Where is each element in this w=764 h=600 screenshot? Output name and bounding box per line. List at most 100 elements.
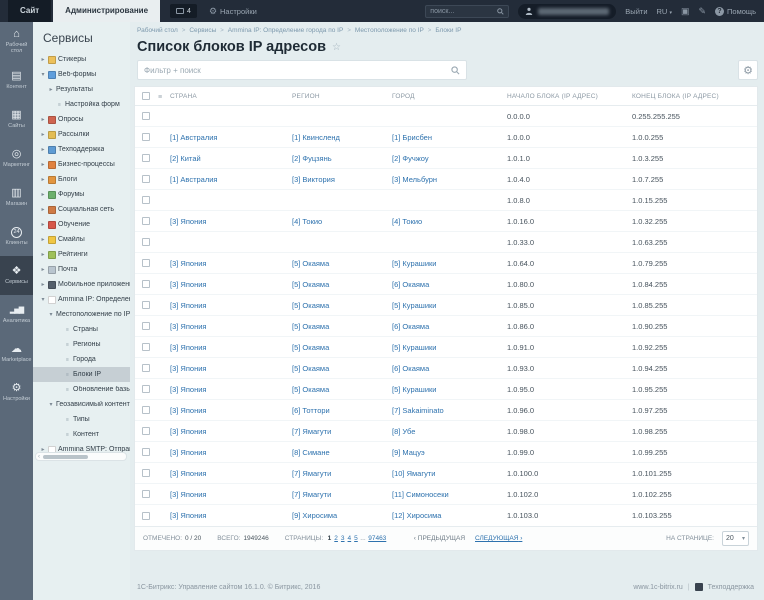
sidebar-item-geo-content-items[interactable]: ≡ Контент <box>33 427 130 442</box>
rail-item-services[interactable]: ❖ Сервисы <box>0 256 33 295</box>
tab-administration[interactable]: Администрирование <box>53 0 161 22</box>
grid-settings-button[interactable]: ⚙ <box>738 60 758 80</box>
breadcrumb-item[interactable]: Рабочий стол <box>137 27 178 34</box>
next-page-link[interactable]: СЛЕДУЮЩАЯ › <box>475 535 522 542</box>
rail-item-content[interactable]: ▤ Контент <box>0 61 33 100</box>
topbar-search-input[interactable] <box>430 7 496 15</box>
sidebar-item-regions[interactable]: ≡ Регионы <box>33 337 130 352</box>
breadcrumb-item[interactable]: Местоположение по IP <box>355 27 424 34</box>
entity-link[interactable]: [3] Япония <box>170 469 206 478</box>
sidebar-item-cities[interactable]: ≡ Города <box>33 352 130 367</box>
row-checkbox[interactable] <box>142 427 150 435</box>
entity-link[interactable]: [3] Япония <box>170 259 206 268</box>
row-checkbox[interactable] <box>142 259 150 267</box>
row-checkbox[interactable] <box>142 385 150 393</box>
entity-link[interactable]: [3] Япония <box>170 511 206 520</box>
support-link[interactable]: Техподдержка <box>708 584 754 591</box>
row-checkbox[interactable] <box>142 175 150 183</box>
entity-link[interactable]: [3] Япония <box>170 427 206 436</box>
row-actions-icon[interactable]: ≡ <box>158 94 162 101</box>
entity-link[interactable]: [5] Окаяма <box>292 259 329 268</box>
entity-link[interactable]: [7] Ямагути <box>292 490 331 499</box>
entity-link[interactable]: [2] Китай <box>170 154 201 163</box>
rail-item-marketplace[interactable]: ☁ Marketplace <box>0 334 33 373</box>
entity-link[interactable]: [3] Япония <box>170 280 206 289</box>
topbar-settings-button[interactable]: ⚙ Настройки <box>209 6 257 16</box>
entity-link[interactable]: [3] Мельбурн <box>392 175 437 184</box>
entity-link[interactable]: [5] Окаяма <box>292 280 329 289</box>
entity-link[interactable]: [1] Квинсленд <box>292 133 340 142</box>
tab-site[interactable]: Сайт <box>8 0 52 22</box>
entity-link[interactable]: [9] Хиросима <box>292 511 337 520</box>
rail-item-marketing[interactable]: ◎ Маркетинг <box>0 139 33 178</box>
column-header[interactable]: СТРАНА <box>170 93 292 100</box>
entity-link[interactable]: [5] Окаяма <box>292 364 329 373</box>
entity-link[interactable]: [7] Ямагути <box>292 469 331 478</box>
entity-link[interactable]: [3] Япония <box>170 322 206 331</box>
entity-link[interactable]: [2] Фуцзянь <box>292 154 332 163</box>
sidebar-item-results[interactable]: ▸ Результаты <box>33 82 130 97</box>
entity-link[interactable]: [6] Окаяма <box>392 322 429 331</box>
entity-link[interactable]: [3] Япония <box>170 490 206 499</box>
sidebar-item-learning[interactable]: ▸ Обучение <box>33 217 130 232</box>
sidebar-item-mail[interactable]: ▸ Почта <box>33 262 130 277</box>
row-checkbox[interactable] <box>142 511 150 520</box>
sidebar-item-geo-types[interactable]: ≡ Типы <box>33 412 130 427</box>
row-checkbox[interactable] <box>142 238 150 246</box>
entity-link[interactable]: [5] Курашики <box>392 259 436 268</box>
sidebar-item-ip-location[interactable]: ▾ Местоположение по IP <box>33 307 130 322</box>
notifications-button[interactable]: 4 <box>170 4 197 18</box>
entity-link[interactable]: [3] Япония <box>170 364 206 373</box>
column-header[interactable]: ГОРОД <box>392 93 507 100</box>
row-checkbox[interactable] <box>142 133 150 141</box>
help-button[interactable]: ? Помощь <box>715 6 756 16</box>
entity-link[interactable]: [7] Sakaiminato <box>392 406 444 415</box>
rail-item-sites[interactable]: ▦ Сайты <box>0 100 33 139</box>
sidebar-item-social[interactable]: ▸ Социальная сеть <box>33 202 130 217</box>
row-checkbox[interactable] <box>142 490 150 498</box>
entity-link[interactable]: [9] Мацуэ <box>392 448 425 457</box>
logout-link[interactable]: Выйти <box>625 7 647 16</box>
sidebar-item-mobile[interactable]: ▸ Мобильное приложение <box>33 277 130 292</box>
entity-link[interactable]: [5] Курашики <box>392 343 436 352</box>
entity-link[interactable]: [3] Виктория <box>292 175 335 184</box>
entity-link[interactable]: [3] Япония <box>170 217 206 226</box>
entity-link[interactable]: [8] Симане <box>292 448 330 457</box>
scrollbar-thumb[interactable] <box>43 454 88 459</box>
sidebar-item-ratings[interactable]: ▸ Рейтинги <box>33 247 130 262</box>
row-checkbox[interactable] <box>142 196 150 204</box>
entity-link[interactable]: [1] Брисбен <box>392 133 432 142</box>
row-checkbox[interactable] <box>142 448 150 456</box>
row-checkbox[interactable] <box>142 406 150 414</box>
sidebar-item-stickers[interactable]: ▸ Стикеры <box>33 52 130 67</box>
language-select[interactable]: RU ▾ <box>657 7 672 16</box>
entity-link[interactable]: [3] Япония <box>170 385 206 394</box>
sidebar-item-blogs[interactable]: ▸ Блоги <box>33 172 130 187</box>
entity-link[interactable]: [5] Курашики <box>392 385 436 394</box>
entity-link[interactable]: [5] Окаяма <box>292 343 329 352</box>
page-link-4[interactable]: 4 <box>348 535 352 542</box>
rail-item-shop[interactable]: ▥ Магазин <box>0 178 33 217</box>
favorite-star-icon[interactable]: ☆ <box>332 42 341 53</box>
entity-link[interactable]: [8] Убе <box>392 427 415 436</box>
scroll-left-icon[interactable]: ‹ <box>38 454 40 460</box>
sidebar-horizontal-scrollbar[interactable]: ‹ <box>35 452 127 461</box>
select-all-checkbox[interactable] <box>142 92 150 100</box>
per-page-select[interactable]: 20 ▾ <box>722 531 749 546</box>
rail-item-settings[interactable]: ⚙ Настройки <box>0 373 33 412</box>
sidebar-item-smiles[interactable]: ▸ Смайлы <box>33 232 130 247</box>
sidebar-item-ip-blocks[interactable]: ≡ Блоки IP <box>33 367 130 382</box>
row-checkbox[interactable] <box>142 343 150 351</box>
sidebar-item-ammina-ip[interactable]: ▾ Ammina IP: Определение г <box>33 292 130 307</box>
breadcrumb-item[interactable]: Сервисы <box>189 27 216 34</box>
entity-link[interactable]: [2] Фучжоу <box>392 154 429 163</box>
sidebar-item-newsletters[interactable]: ▸ Рассылки <box>33 127 130 142</box>
entity-link[interactable]: [5] Окаяма <box>292 385 329 394</box>
rail-item-analytics[interactable]: ▂▅▇ Аналитика <box>0 295 33 334</box>
sidebar-item-bizproc[interactable]: ▸ Бизнес-процессы <box>33 157 130 172</box>
breadcrumb-item[interactable]: Блоки IP <box>435 27 461 34</box>
filter-search-box[interactable] <box>137 60 467 80</box>
entity-link[interactable]: [12] Хиросима <box>392 511 441 520</box>
sidebar-item-countries[interactable]: ≡ Страны <box>33 322 130 337</box>
panels-icon[interactable]: ▣ <box>681 6 690 16</box>
